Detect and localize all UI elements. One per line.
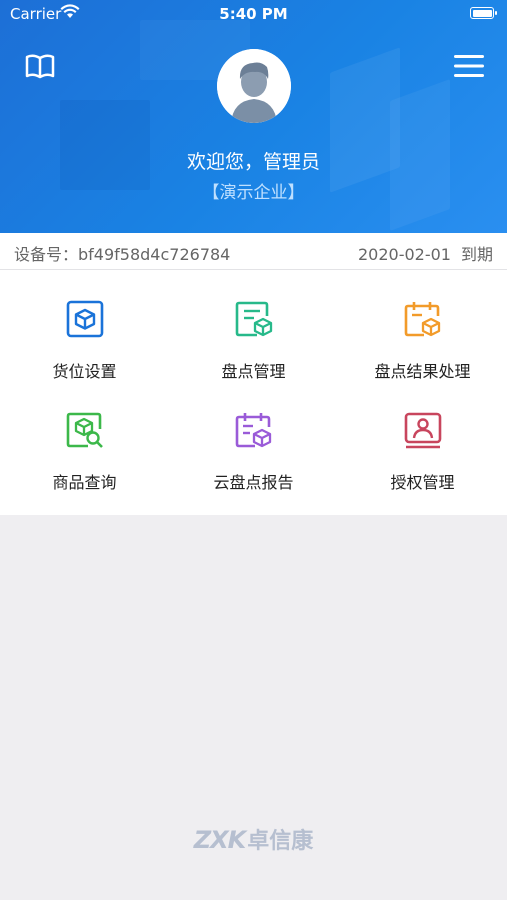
battery-icon	[470, 7, 497, 19]
calendar-report-icon	[235, 413, 272, 448]
menu-item-label: 盘点管理	[221, 362, 286, 381]
company-name: 【演示企业】	[202, 183, 305, 203]
brand-logo: ZXK卓信康	[0, 823, 507, 855]
calendar-box-icon	[404, 302, 441, 337]
menu-item-label: 商品查询	[52, 473, 117, 492]
profile-header: Carrier 5:40 PM 欢迎您，管理员 【演示企业】	[0, 0, 507, 233]
box-search-icon	[66, 412, 103, 448]
status-time: 5:40 PM	[219, 5, 288, 23]
hamburger-menu-icon[interactable]	[453, 52, 485, 80]
document-box-icon	[235, 301, 273, 337]
expire-info: 2020-02-01 到期	[358, 241, 493, 265]
status-bar: Carrier 5:40 PM	[0, 0, 507, 30]
welcome-text: 欢迎您，管理员	[186, 151, 320, 173]
menu-item-inventory-management[interactable]: 盘点管理	[169, 270, 338, 382]
brand-mark: ZXK	[193, 826, 247, 854]
device-id: 设备号：bf49f58d4c726784	[14, 245, 231, 264]
function-grid: 货位设置 盘点管理 盘点结果处理 商品查询 云盘点报告 授权管理	[0, 270, 507, 515]
menu-item-result-processing[interactable]: 盘点结果处理	[338, 270, 507, 382]
book-icon[interactable]	[24, 52, 56, 80]
menu-item-label: 云盘点报告	[213, 473, 294, 492]
menu-item-label: 授权管理	[390, 473, 455, 492]
expire-text: 到期	[460, 245, 493, 264]
menu-item-authorization[interactable]: 授权管理	[338, 381, 507, 493]
device-info-bar: 设备号：bf49f58d4c726784 2020-02-01 到期	[0, 233, 507, 270]
user-card-icon	[404, 412, 442, 449]
menu-item-label: 盘点结果处理	[374, 362, 471, 381]
menu-item-label: 货位设置	[52, 362, 117, 381]
menu-item-cloud-report[interactable]: 云盘点报告	[169, 381, 338, 493]
avatar[interactable]	[217, 49, 291, 123]
brand-name: 卓信康	[247, 829, 314, 854]
menu-item-location-settings[interactable]: 货位设置	[0, 270, 169, 382]
box-icon	[66, 300, 104, 338]
expire-date: 2020-02-01	[358, 245, 451, 264]
menu-item-product-search[interactable]: 商品查询	[0, 381, 169, 493]
